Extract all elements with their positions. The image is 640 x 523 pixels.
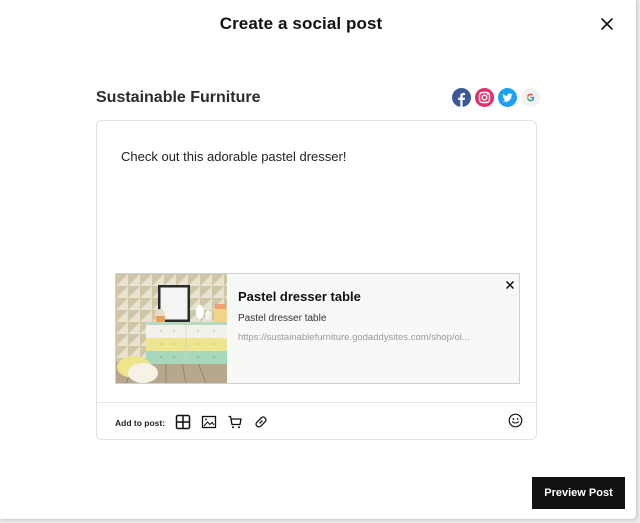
facebook-toggle[interactable] [452, 88, 471, 107]
add-layout-button[interactable] [175, 414, 191, 430]
divider [97, 402, 536, 403]
link-preview-card: Pastel dresser table Pastel dresser tabl… [115, 273, 520, 384]
google-icon [526, 93, 535, 102]
close-icon [601, 18, 613, 30]
social-channels [452, 88, 540, 107]
twitter-toggle[interactable] [498, 88, 517, 107]
add-image-button[interactable] [201, 414, 217, 430]
post-text-input[interactable]: Check out this adorable pastel dresser! [121, 149, 511, 165]
twitter-icon [502, 93, 513, 102]
emoji-button[interactable] [508, 413, 523, 428]
link-preview-description: Pastel dresser table [238, 313, 327, 324]
link-preview-url: https://sustainablefurniture.godaddysite… [238, 332, 470, 343]
cart-icon [228, 415, 242, 429]
add-to-post-label: Add to post: [115, 418, 166, 428]
store-name: Sustainable Furniture [96, 89, 261, 106]
layout-grid-icon [175, 414, 191, 430]
instagram-icon [478, 91, 491, 104]
create-post-modal: Create a social post Sustainable Furnitu… [0, 0, 636, 519]
remove-link-preview-button[interactable] [505, 277, 515, 290]
close-button[interactable] [598, 15, 616, 33]
image-icon [201, 415, 217, 429]
instagram-toggle[interactable] [475, 88, 494, 107]
emoji-icon [508, 413, 523, 428]
post-composer: Check out this adorable pastel dresser! [96, 120, 537, 440]
modal-title: Create a social post [219, 14, 383, 33]
google-toggle[interactable] [521, 88, 540, 107]
add-link-button[interactable] [253, 414, 269, 430]
link-icon [255, 416, 267, 428]
link-preview-image [116, 274, 227, 383]
link-preview-title: Pastel dresser table [238, 289, 361, 304]
close-icon [505, 280, 515, 290]
add-product-button[interactable] [227, 414, 243, 430]
preview-post-button[interactable]: Preview Post [532, 477, 625, 509]
facebook-icon [458, 92, 466, 107]
